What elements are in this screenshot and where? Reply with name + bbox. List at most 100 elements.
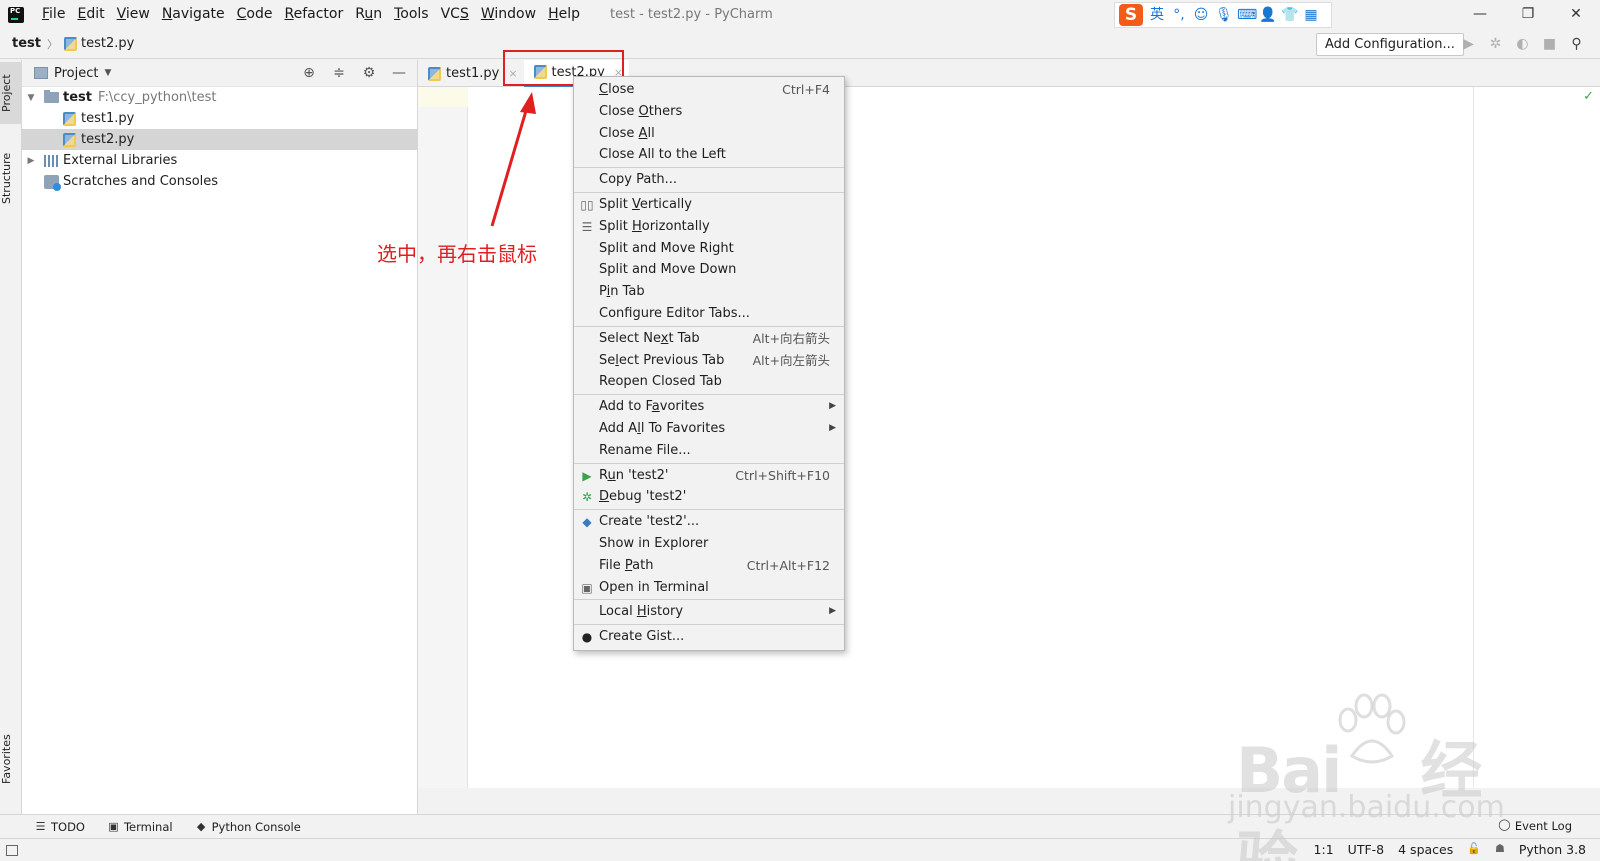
status-bar-right: 1:1 UTF-8 4 spaces 🔓 ☗ Python 3.8: [1314, 842, 1586, 857]
menu-item-close[interactable]: Close Ctrl+F4: [574, 79, 844, 101]
microphone-icon[interactable]: 🎙: [1215, 7, 1233, 23]
toggle-tool-windows-icon[interactable]: [6, 844, 18, 856]
tree-item-external-libraries[interactable]: ▶ External Libraries: [22, 150, 417, 171]
lock-icon[interactable]: 🔓: [1467, 842, 1481, 857]
run-icon: ▶: [582, 468, 592, 483]
minimize-icon[interactable]: —: [1456, 0, 1504, 29]
menu-item-file-path[interactable]: File Path Ctrl+Alt+F12: [574, 555, 844, 577]
terminal-button[interactable]: ▣ Terminal: [107, 820, 172, 834]
inspection-ok-check-icon[interactable]: ✓: [1583, 89, 1594, 104]
project-panel-header: Project ▼ ⊕ ≑ ⚙ —: [22, 60, 417, 87]
close-window-icon[interactable]: ✕: [1552, 0, 1600, 29]
submenu-arrow-icon: ▶: [829, 422, 836, 433]
python-interpreter[interactable]: Python 3.8: [1519, 842, 1586, 857]
toolbox-grid-icon[interactable]: ▦: [1303, 7, 1319, 23]
todo-button[interactable]: ☰ TODO: [34, 820, 85, 834]
sogou-logo-icon[interactable]: S: [1119, 4, 1143, 26]
user-icon[interactable]: 👤: [1259, 7, 1276, 23]
menu-item-close-all[interactable]: Close All: [574, 123, 844, 145]
menu-item-close-others[interactable]: Close Others: [574, 101, 844, 123]
terminal-icon: ▣: [581, 580, 593, 595]
menu-tools[interactable]: Tools: [388, 0, 435, 29]
menu-help[interactable]: Help: [542, 0, 586, 29]
menu-item-create-config[interactable]: ◆ Create 'test2'...: [574, 511, 844, 533]
inspector-icon[interactable]: ☗: [1495, 842, 1505, 857]
menu-run[interactable]: Run: [349, 0, 388, 29]
breadcrumb-file[interactable]: test2.py: [63, 36, 134, 51]
ime-toolbar: S 英 °, ☺ 🎙 ⌨ 👤 👕 ▦: [1114, 2, 1332, 28]
tree-item-test1[interactable]: test1.py: [22, 108, 417, 129]
caret-position[interactable]: 1:1: [1314, 842, 1334, 857]
ime-language[interactable]: 英: [1149, 7, 1165, 23]
menu-item-close-all-left[interactable]: Close All to the Left: [574, 144, 844, 166]
python-logo-icon: ◆: [582, 515, 592, 530]
menu-item-split-move-down[interactable]: Split and Move Down: [574, 259, 844, 281]
restore-icon[interactable]: ❐: [1504, 0, 1552, 29]
menu-item-select-previous-tab[interactable]: Select Previous Tab Alt+向左箭头: [574, 350, 844, 372]
menu-window[interactable]: Window: [475, 0, 542, 29]
tool-tab-favorites[interactable]: Favorites: [0, 724, 22, 794]
project-panel-title[interactable]: Project: [54, 66, 98, 81]
tree-item-test2[interactable]: test2.py: [22, 129, 417, 150]
breadcrumb-project[interactable]: test: [12, 36, 41, 51]
locate-target-icon[interactable]: ⊕: [301, 64, 317, 82]
menu-item-configure-tabs[interactable]: Configure Editor Tabs...: [574, 303, 844, 325]
menu-item-run[interactable]: ▶ Run 'test2' Ctrl+Shift+F10: [574, 465, 844, 487]
split-vertical-icon: ▯▯: [580, 197, 594, 212]
stop-icon[interactable]: ■: [1541, 34, 1558, 54]
menu-refactor[interactable]: Refactor: [278, 0, 349, 29]
menu-item-local-history[interactable]: Local History ▶: [574, 601, 844, 623]
menu-file[interactable]: File: [36, 0, 71, 29]
punctuation-icon[interactable]: °,: [1171, 7, 1187, 23]
coverage-icon[interactable]: ◐: [1514, 34, 1531, 54]
file-encoding[interactable]: UTF-8: [1348, 842, 1384, 857]
menu-item-show-in-explorer[interactable]: Show in Explorer: [574, 533, 844, 555]
hide-panel-icon[interactable]: —: [391, 64, 407, 82]
menu-navigate[interactable]: Navigate: [156, 0, 231, 29]
menu-vcs[interactable]: VCS: [435, 0, 475, 29]
skin-shirt-icon[interactable]: 👕: [1281, 7, 1298, 23]
run-icon[interactable]: ▶: [1460, 34, 1477, 54]
menu-item-split-horizontally[interactable]: ☰ Split Horizontally: [574, 216, 844, 238]
add-configuration-button[interactable]: Add Configuration...: [1316, 33, 1464, 56]
tree-item-root[interactable]: ▼ test F:\ccy_python\test: [22, 87, 417, 108]
menu-item-add-all-to-favorites[interactable]: Add All To Favorites ▶: [574, 418, 844, 440]
python-console-button[interactable]: ◆ Python Console: [195, 820, 301, 834]
expand-arrow-icon[interactable]: ▼: [24, 93, 38, 103]
tree-item-scratches[interactable]: Scratches and Consoles: [22, 171, 417, 192]
menu-item-open-in-terminal[interactable]: ▣ Open in Terminal: [574, 577, 844, 599]
menu-item-add-to-favorites[interactable]: Add to Favorites ▶: [574, 396, 844, 418]
menu-item-reopen-closed-tab[interactable]: Reopen Closed Tab: [574, 371, 844, 393]
menu-code[interactable]: Code: [231, 0, 279, 29]
shortcut-label: Ctrl+Alt+F12: [746, 557, 830, 573]
collapse-all-icon[interactable]: ≑: [331, 64, 347, 82]
debug-icon[interactable]: ✲: [1487, 34, 1504, 54]
keyboard-icon[interactable]: ⌨: [1237, 7, 1257, 23]
tool-tab-project[interactable]: Project: [0, 62, 22, 124]
python-file-icon: [63, 36, 77, 51]
menu-item-select-next-tab[interactable]: Select Next Tab Alt+向右箭头: [574, 328, 844, 350]
annotation-text: 选中，再右击鼠标: [377, 242, 537, 266]
menu-edit[interactable]: Edit: [71, 0, 110, 29]
editor-gutter: [418, 87, 468, 788]
submenu-arrow-icon: ▶: [829, 401, 836, 412]
gear-icon[interactable]: ⚙: [361, 64, 377, 82]
menu-item-split-move-right[interactable]: Split and Move Right: [574, 238, 844, 260]
menu-item-split-vertically[interactable]: ▯▯ Split Vertically: [574, 194, 844, 216]
menu-item-debug[interactable]: ✲ Debug 'test2': [574, 486, 844, 508]
tool-tab-structure[interactable]: Structure: [0, 142, 22, 214]
menu-item-copy-path[interactable]: Copy Path...: [574, 169, 844, 191]
chevron-down-icon[interactable]: ▼: [104, 68, 111, 78]
menu-view[interactable]: View: [111, 0, 156, 29]
shortcut-label: Ctrl+Shift+F10: [735, 467, 830, 483]
indent-setting[interactable]: 4 spaces: [1398, 842, 1453, 857]
expand-arrow-icon[interactable]: ▶: [24, 156, 38, 166]
menu-item-rename-file[interactable]: Rename File...: [574, 440, 844, 462]
menu-separator: [574, 509, 844, 511]
annotation-arrow-icon: [490, 92, 536, 227]
search-icon[interactable]: ⚲: [1568, 34, 1585, 54]
menu-item-pin-tab[interactable]: Pin Tab: [574, 281, 844, 303]
emoji-icon[interactable]: ☺: [1193, 7, 1209, 23]
event-log-button[interactable]: ◯ Event Log: [1498, 819, 1572, 834]
menu-item-create-gist[interactable]: ● Create Gist...: [574, 626, 844, 648]
